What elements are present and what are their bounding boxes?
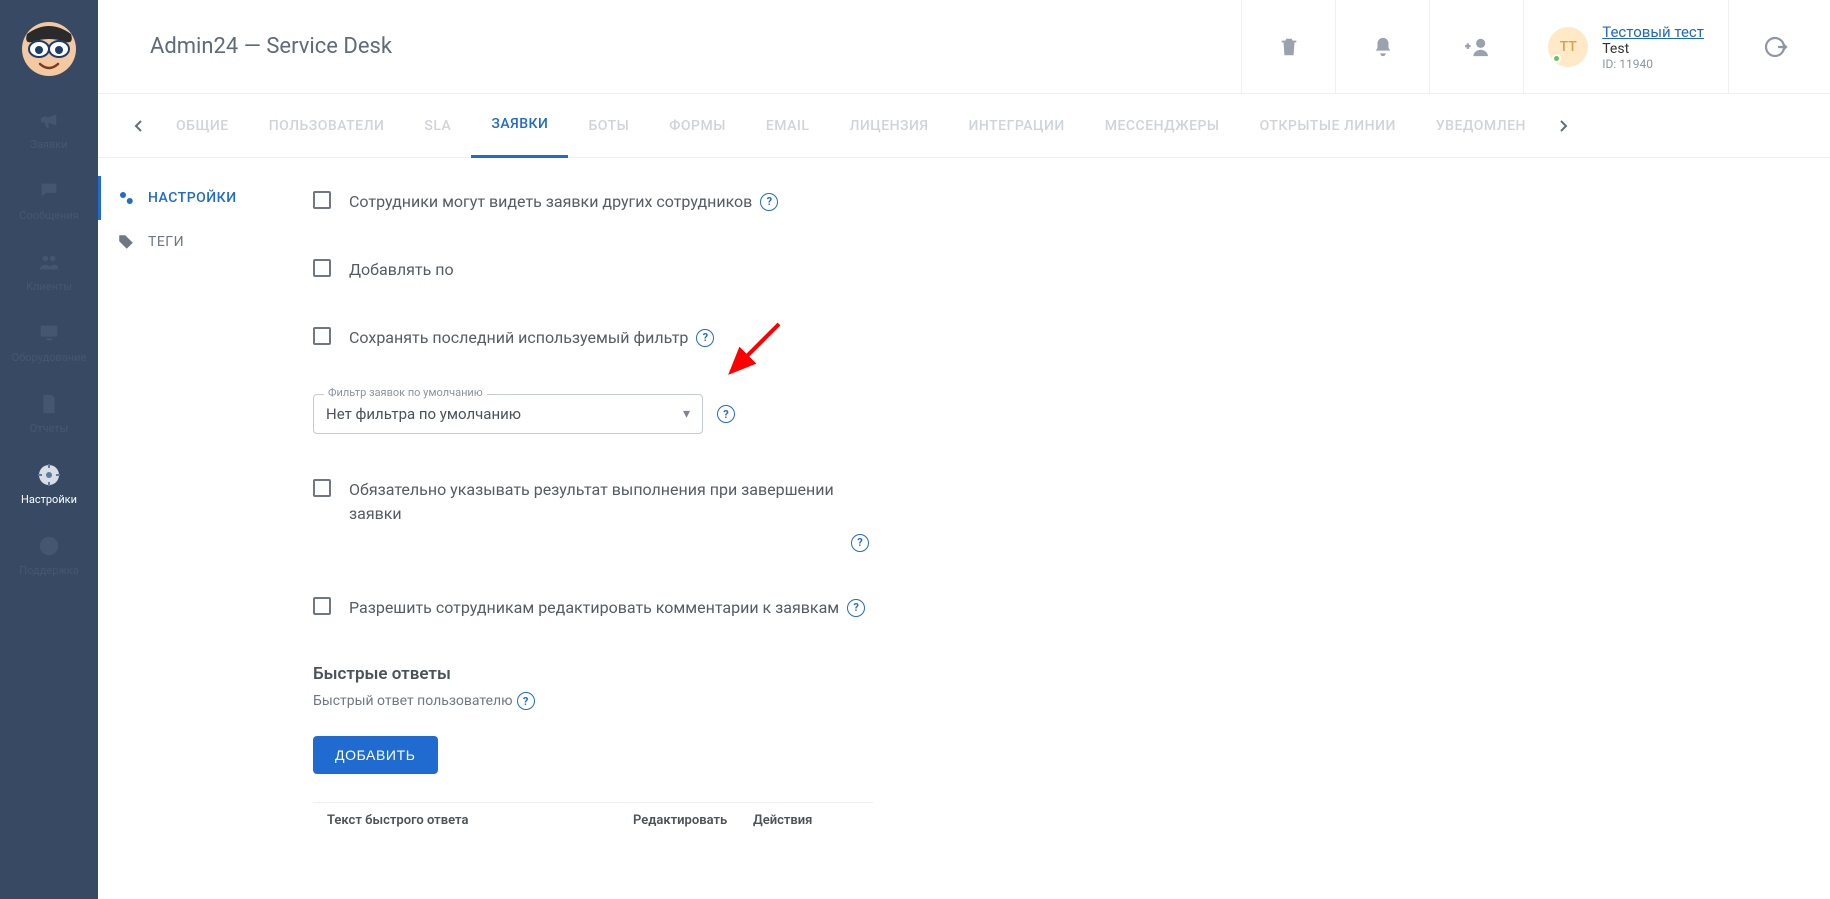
help-icon: [37, 534, 61, 558]
quick-answers-subtitle: Быстрый ответ пользователю ?: [313, 692, 1830, 710]
setting-label-text: Сохранять последний используемый фильтр: [349, 326, 688, 350]
default-filter-select[interactable]: Фильтр заявок по умолчанию Нет фильтра п…: [313, 394, 703, 434]
tab-tickets[interactable]: ЗАЯВКИ: [471, 94, 568, 158]
caret-down-icon: ▾: [683, 406, 690, 422]
tabs-scroll-left[interactable]: [122, 109, 156, 143]
submenu-item-tags[interactable]: ТЕГИ: [98, 220, 313, 264]
checkbox-save-filter[interactable]: [313, 327, 331, 345]
tab-bots[interactable]: БОТЫ: [568, 94, 649, 158]
bell-icon: [1372, 36, 1394, 58]
tab-messengers[interactable]: МЕССЕНДЖЕРЫ: [1085, 94, 1240, 158]
sidebar-item-label: Отчеты: [30, 422, 68, 435]
tab-forms[interactable]: ФОРМЫ: [649, 94, 746, 158]
help-icon[interactable]: ?: [717, 405, 735, 423]
setting-label-text: Сотрудники могут видеть заявки других со…: [349, 190, 752, 214]
gears-icon: [116, 188, 136, 208]
quick-answers-table-head: Текст быстрого ответа Редактировать Дейс…: [313, 802, 873, 828]
chevron-right-icon: [1558, 119, 1568, 133]
tabs-scroll-right[interactable]: [1546, 109, 1580, 143]
tabs: ОБЩИЕ ПОЛЬЗОВАТЕЛИ SLA ЗАЯВКИ БОТЫ ФОРМЫ…: [98, 94, 1830, 158]
help-icon[interactable]: ?: [517, 692, 535, 710]
trash-icon: [1278, 36, 1300, 58]
sidebar-item-label: Оборудование: [12, 351, 87, 364]
avatar-cartoon-icon: [22, 22, 76, 76]
megaphone-icon: [37, 108, 61, 132]
sidebar-avatar[interactable]: [22, 22, 76, 76]
submenu: НАСТРОЙКИ ТЕГИ: [98, 158, 313, 899]
setting-default-filter: Фильтр заявок по умолчанию Нет фильтра п…: [313, 394, 1830, 434]
sidebar-item-label: Заявки: [30, 138, 67, 151]
logout-icon: [1764, 35, 1788, 59]
document-icon: [37, 392, 61, 416]
tab-email[interactable]: EMAIL: [746, 94, 830, 158]
user-id: ID: 11940: [1602, 57, 1704, 71]
setting-allow-edit-comments: Разрешить сотрудникам редактировать комм…: [313, 596, 1830, 620]
status-dot-icon: [1552, 54, 1561, 63]
user-initials: ТТ: [1560, 39, 1577, 55]
tab-openlines[interactable]: ОТКРЫТЫЕ ЛИНИИ: [1240, 94, 1416, 158]
sidebar-item-label: Поддержка: [19, 564, 78, 577]
trash-button[interactable]: [1241, 0, 1335, 94]
user-menu[interactable]: ТТ Тестовый тест Test ID: 11940: [1523, 0, 1728, 94]
user-role: Test: [1602, 41, 1704, 57]
setting-label-text: Добавлять по: [349, 258, 454, 282]
tab-sla[interactable]: SLA: [404, 94, 471, 158]
help-icon[interactable]: ?: [851, 534, 869, 552]
tab-general[interactable]: ОБЩИЕ: [156, 94, 249, 158]
notifications-button[interactable]: [1335, 0, 1429, 94]
checkbox-visible-others[interactable]: [313, 191, 331, 209]
tab-notifications[interactable]: УВЕДОМЛЕН: [1416, 94, 1546, 158]
tab-license[interactable]: ЛИЦЕНЗИЯ: [829, 94, 948, 158]
users-icon: [37, 250, 61, 274]
setting-visible-others: Сотрудники могут видеть заявки других со…: [313, 190, 1830, 214]
chevron-left-icon: [134, 119, 144, 133]
select-legend: Фильтр заявок по умолчанию: [324, 386, 487, 399]
sidebar-item-label: Сообщения: [19, 209, 78, 222]
sidebar-item-settings[interactable]: Настройки: [0, 449, 98, 520]
help-icon[interactable]: ?: [760, 193, 778, 211]
add-user-button[interactable]: [1429, 0, 1523, 94]
user-name: Тестовый тест: [1602, 23, 1704, 41]
sidebar-item-reports[interactable]: Отчеты: [0, 378, 98, 449]
sidebar-item-clients[interactable]: Клиенты: [0, 236, 98, 307]
add-button[interactable]: ДОБАВИТЬ: [313, 736, 438, 774]
submenu-item-settings[interactable]: НАСТРОЙКИ: [98, 176, 313, 220]
sidebar-item-label: Клиенты: [26, 280, 72, 293]
table-col-edit: Редактировать: [633, 813, 753, 828]
tab-integrations[interactable]: ИНТЕГРАЦИИ: [949, 94, 1085, 158]
checkbox-required-result[interactable]: [313, 479, 331, 497]
add-user-icon: [1464, 36, 1490, 58]
app-title: Admin24 — Service Desk: [150, 34, 392, 59]
submenu-label: НАСТРОЙКИ: [148, 190, 237, 206]
sidebar-item-support[interactable]: Поддержка: [0, 520, 98, 591]
sidebar-item-messages[interactable]: Сообщения: [0, 165, 98, 236]
user-avatar: ТТ: [1548, 27, 1588, 67]
sidebar: Заявки Сообщения Клиенты Оборудование От…: [0, 0, 98, 899]
help-icon[interactable]: ?: [696, 329, 714, 347]
setting-save-filter: Сохранять последний используемый фильтр …: [313, 326, 1830, 350]
tab-users[interactable]: ПОЛЬЗОВАТЕЛИ: [249, 94, 405, 158]
sidebar-item-equipment[interactable]: Оборудование: [0, 307, 98, 378]
table-col-actions: Действия: [753, 813, 873, 828]
submenu-label: ТЕГИ: [148, 234, 184, 250]
setting-label-text: Разрешить сотрудникам редактировать комм…: [349, 596, 839, 620]
gear-icon: [37, 463, 61, 487]
setting-add-by: Добавлять по: [313, 258, 1830, 282]
setting-label-text: Обязательно указывать результат выполнен…: [349, 478, 869, 526]
settings-panel: Сотрудники могут видеть заявки других со…: [313, 158, 1830, 899]
checkbox-add-by[interactable]: [313, 259, 331, 277]
tag-icon: [116, 232, 136, 252]
quick-answers-title: Быстрые ответы: [313, 664, 1830, 684]
monitor-icon: [37, 321, 61, 345]
select-value: Нет фильтра по умолчанию: [326, 405, 521, 423]
setting-required-result: Обязательно указывать результат выполнен…: [313, 478, 1830, 552]
checkbox-allow-edit-comments[interactable]: [313, 597, 331, 615]
logout-button[interactable]: [1728, 0, 1822, 94]
sidebar-item-tickets[interactable]: Заявки: [0, 94, 98, 165]
header: Admin24 — Service Desk ТТ Тестовый тест …: [98, 0, 1830, 94]
table-col-text: Текст быстрого ответа: [313, 813, 633, 828]
sidebar-item-label: Настройки: [21, 493, 77, 506]
chat-icon: [37, 179, 61, 203]
help-icon[interactable]: ?: [847, 599, 865, 617]
